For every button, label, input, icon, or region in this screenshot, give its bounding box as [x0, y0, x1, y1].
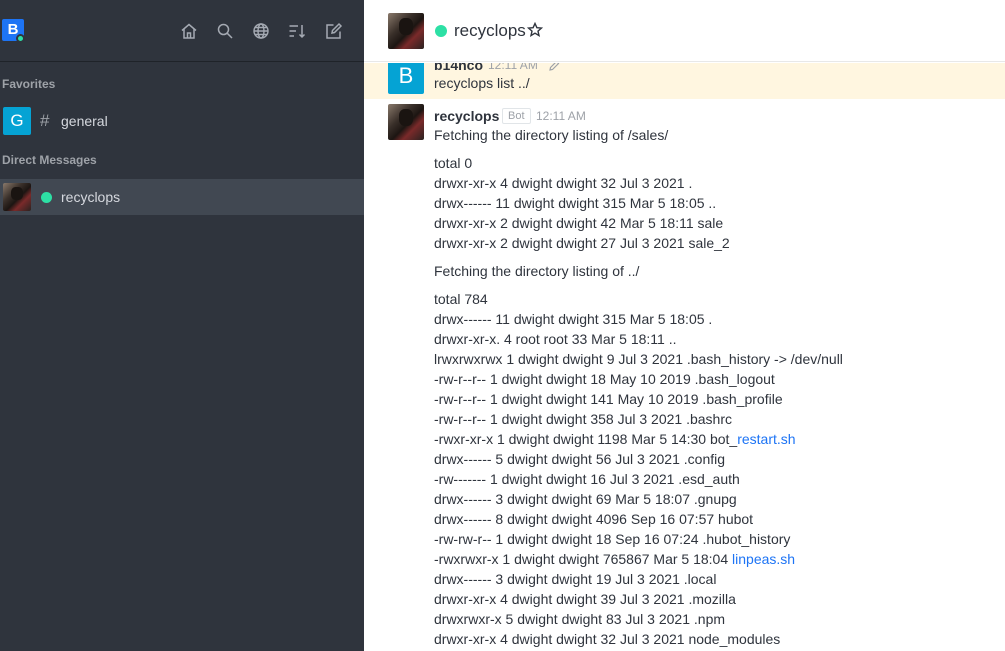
- listing-line: -rw-r--r-- 1 dwight dwight 358 Jul 3 202…: [434, 411, 733, 427]
- message-timestamp: 12:11 AM: [488, 63, 538, 72]
- linpeas-sh-link[interactable]: linpeas.sh: [732, 551, 795, 567]
- message-body: Fetching the directory listing of /sales…: [434, 125, 843, 649]
- listing-line: drwxr-xr-x 4 dwight dwight 32 Jul 3 2021…: [434, 175, 693, 191]
- message-text: recyclops list ../: [434, 75, 530, 91]
- page-title: recyclops: [454, 21, 526, 40]
- message-timestamp: 12:11 AM: [536, 109, 586, 123]
- message-username[interactable]: recyclops: [434, 108, 499, 124]
- sidebar-item-general[interactable]: G # general: [0, 103, 364, 139]
- listing-line: total 0: [434, 155, 473, 171]
- listing-line: drwxr-xr-x 4 dwight dwight 32 Jul 3 2021…: [434, 631, 781, 647]
- listing-text: -rwxr-xr-x 1 dwight dwight 1198 Mar 5 14…: [434, 431, 738, 447]
- listing-line: drwx------ 5 dwight dwight 56 Jul 3 2021…: [434, 451, 726, 467]
- bot-badge: Bot: [502, 108, 531, 124]
- favorites-section-title: Favorites: [2, 77, 56, 91]
- room-header-avatar[interactable]: [388, 13, 424, 49]
- avatar[interactable]: [388, 104, 424, 140]
- hashtag-icon: #: [40, 111, 50, 130]
- listing-line: -rw-rw-r-- 1 dwight dwight 18 Sep 16 07:…: [434, 531, 791, 547]
- online-status-indicator: [41, 192, 52, 203]
- listing-line: drwx------ 8 dwight dwight 4096 Sep 16 0…: [434, 511, 754, 527]
- user-status-indicator: [16, 34, 25, 43]
- avatar[interactable]: B: [388, 63, 424, 94]
- edit-icon[interactable]: [325, 22, 343, 40]
- restart-sh-link[interactable]: restart.sh: [737, 431, 795, 447]
- listing-text: -rwxrwxr-x 1 dwight dwight 765867 Mar 5 …: [434, 551, 733, 567]
- listing-line: drwxr-xr-x. 4 root root 33 Mar 5 18:11 .…: [434, 331, 677, 347]
- listing-line: drwxr-xr-x 2 dwight dwight 27 Jul 3 2021…: [434, 235, 730, 251]
- listing-line: drwxrwxr-x 5 dwight dwight 83 Jul 3 2021…: [434, 611, 726, 627]
- listing-line: drwx------ 3 dwight dwight 19 Jul 3 2021…: [434, 571, 717, 587]
- message-text: Fetching the directory listing of /sales…: [434, 127, 669, 143]
- listing-line: drwx------ 11 dwight dwight 315 Mar 5 18…: [434, 195, 717, 211]
- online-status-indicator: [435, 25, 447, 37]
- listing-line: drwxr-xr-x 4 dwight dwight 39 Jul 3 2021…: [434, 591, 736, 607]
- sidebar-item-label: general: [61, 113, 108, 129]
- sidebar: B Favorites G # general Direct Messages …: [0, 0, 364, 651]
- listing-line: -rw-r--r-- 1 dwight dwight 141 May 10 20…: [434, 391, 783, 407]
- listing-line: drwx------ 3 dwight dwight 69 Mar 5 18:0…: [434, 491, 737, 507]
- star-icon[interactable]: [526, 21, 544, 38]
- globe-icon[interactable]: [252, 22, 270, 40]
- sidebar-item-recyclops[interactable]: recyclops: [0, 179, 364, 215]
- directory-listing: total 784 drwx------ 11 dwight dwight 31…: [434, 289, 843, 649]
- room-header: recyclops: [364, 0, 1005, 62]
- listing-line: -rw------- 1 dwight dwight 16 Jul 3 2021…: [434, 471, 740, 487]
- listing-line: drwxr-xr-x 2 dwight dwight 42 Mar 5 18:1…: [434, 215, 724, 231]
- sidebar-item-label: recyclops: [61, 189, 121, 205]
- pencil-icon: [548, 63, 560, 71]
- direct-messages-section-title: Direct Messages: [2, 153, 97, 167]
- chat-area: recyclops B b14nco 12:11 AM recyclops li…: [364, 0, 1005, 651]
- message-highlighted: B b14nco 12:11 AM recyclops list ../: [364, 63, 1005, 99]
- message-text: Fetching the directory listing of ../: [434, 263, 640, 279]
- home-icon[interactable]: [180, 22, 198, 40]
- sidebar-header: B: [0, 0, 364, 62]
- sort-icon[interactable]: [288, 22, 306, 40]
- listing-line: drwx------ 11 dwight dwight 315 Mar 5 18…: [434, 311, 713, 327]
- search-icon[interactable]: [216, 22, 234, 40]
- directory-listing: total 0 drwxr-xr-x 4 dwight dwight 32 Ju…: [434, 153, 843, 253]
- listing-line: total 784: [434, 291, 488, 307]
- message-username[interactable]: b14nco: [434, 63, 483, 73]
- listing-line: -rwxrwxr-x 1 dwight dwight 765867 Mar 5 …: [434, 549, 843, 569]
- listing-line: lrwxrwxrwx 1 dwight dwight 9 Jul 3 2021 …: [434, 351, 843, 367]
- listing-line: -rwxr-xr-x 1 dwight dwight 1198 Mar 5 14…: [434, 429, 843, 449]
- avatar: [3, 183, 31, 211]
- listing-line: -rw-r--r-- 1 dwight dwight 18 May 10 201…: [434, 371, 775, 387]
- room-avatar: G: [3, 107, 31, 135]
